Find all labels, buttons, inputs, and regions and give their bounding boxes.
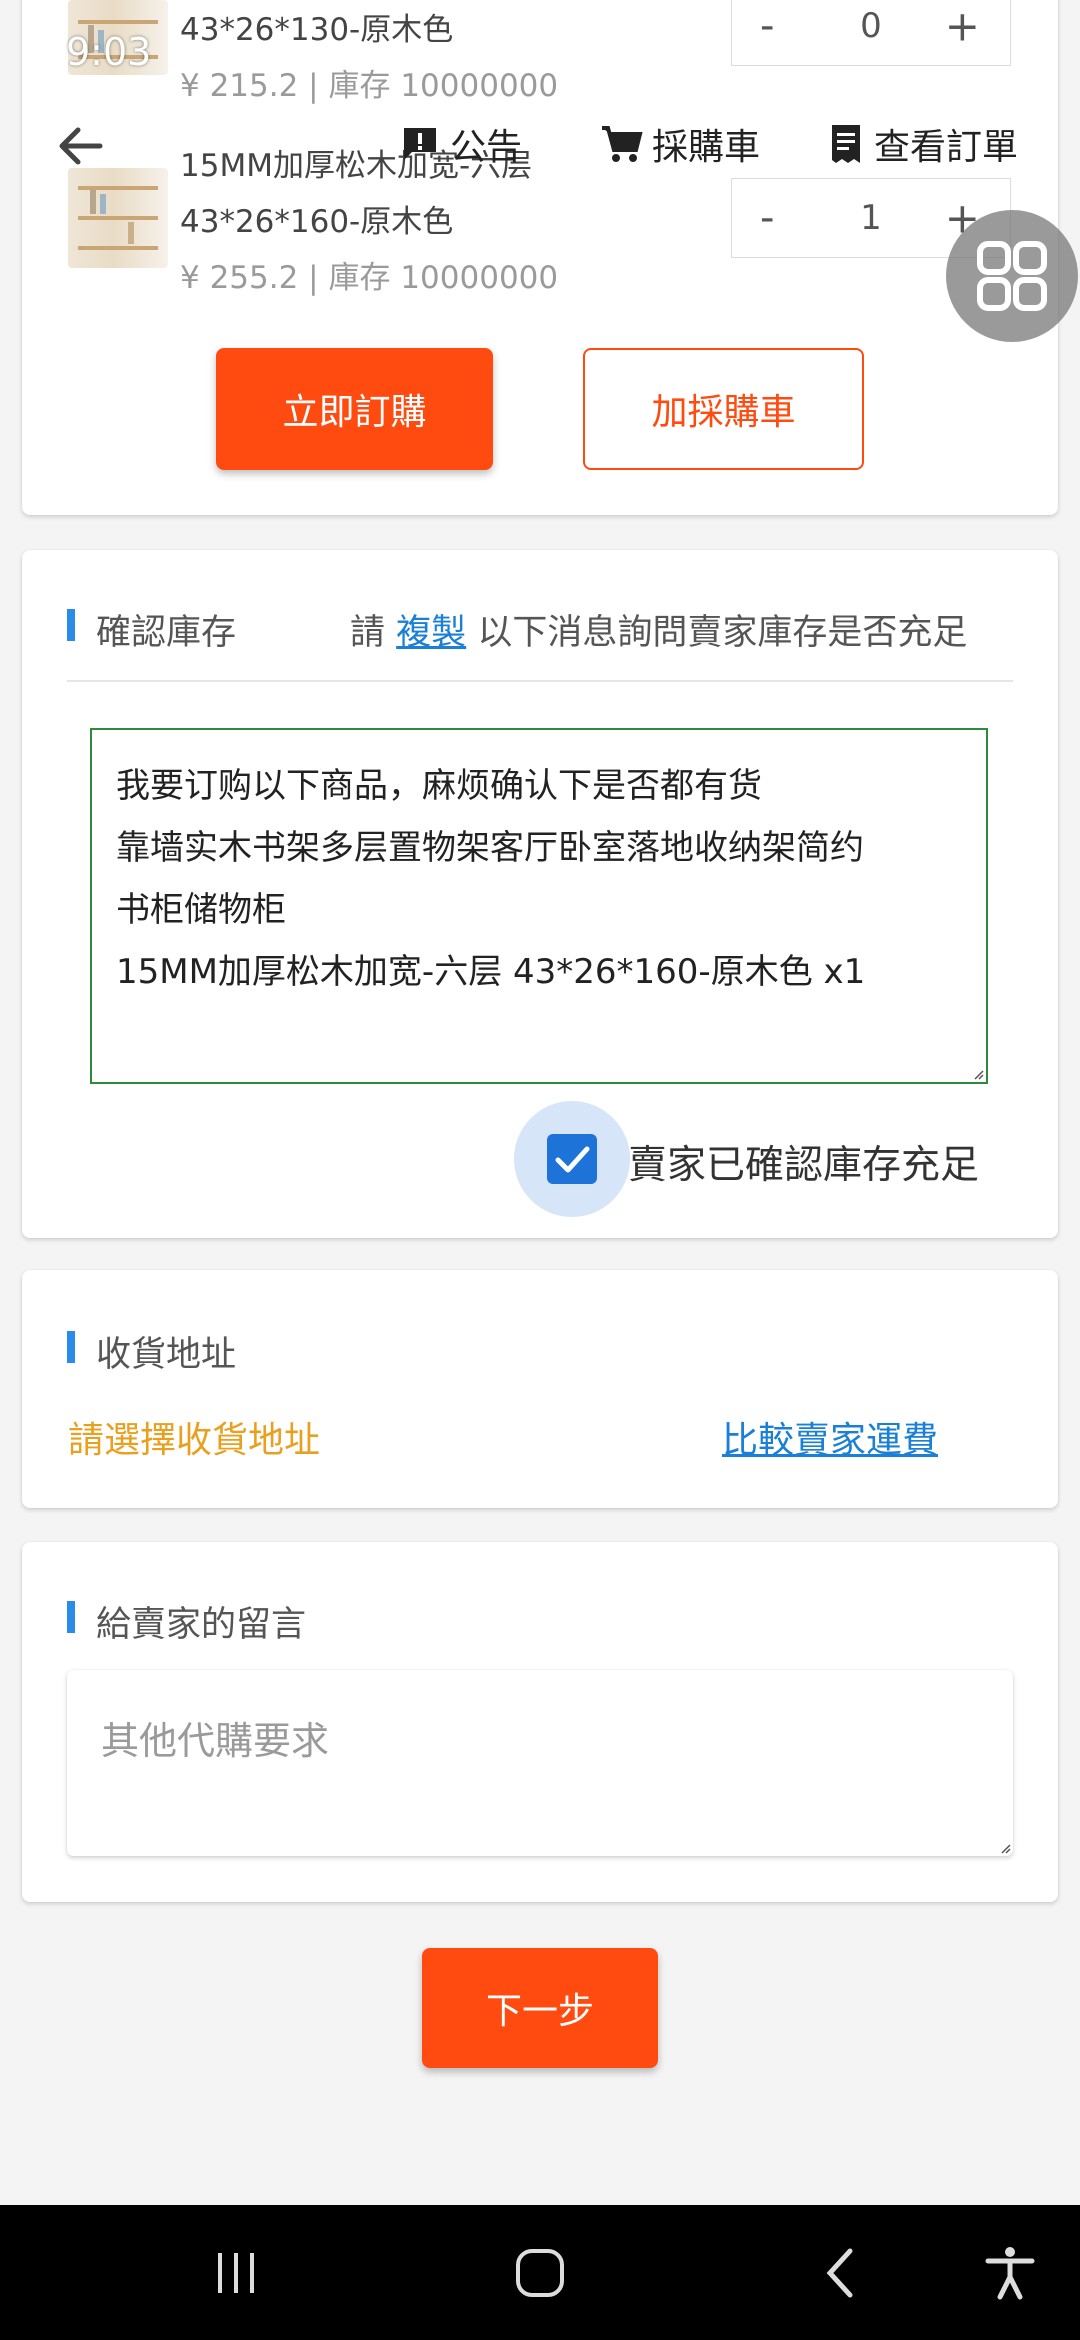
home-icon[interactable]	[510, 2243, 570, 2303]
announcement-icon	[404, 128, 436, 160]
stock-confirm-checkbox[interactable]	[547, 1134, 597, 1184]
buy-now-button[interactable]: 立即訂購	[216, 348, 493, 470]
checkmark-icon	[555, 1146, 590, 1173]
message-line: 我要订购以下商品，麻烦确认下是否都有货	[116, 766, 762, 806]
receipt-icon	[832, 125, 860, 163]
increment-button[interactable]: +	[945, 2, 980, 51]
resize-handle-icon[interactable]	[972, 1068, 984, 1080]
copy-hint-prefix: 請	[350, 613, 386, 653]
floating-menu-button[interactable]	[946, 210, 1078, 342]
divider	[67, 680, 1013, 682]
seller-message-placeholder: 其他代購要求	[101, 1719, 330, 1763]
next-step-button[interactable]: 下一步	[422, 1948, 658, 2068]
section-marker	[67, 1601, 75, 1633]
system-navigation-bar	[0, 2205, 1080, 2340]
message-section-title: 給賣家的留言	[96, 1605, 307, 1645]
cart-link[interactable]: 採購車	[600, 118, 760, 170]
accessibility-icon[interactable]	[980, 2243, 1040, 2303]
cart-icon	[602, 126, 643, 162]
product-thumbnail[interactable]	[68, 168, 168, 268]
stock-message-textarea[interactable]: 我要订购以下商品，麻烦确认下是否都有货 靠墙实木书架多层置物架客厅卧室落地收纳架…	[90, 728, 988, 1084]
message-line: 15MM加厚松木加宽-六层 43*26*160-原木色 x1	[116, 952, 866, 992]
address-section-title: 收貨地址	[96, 1335, 237, 1375]
orders-label: 查看訂單	[874, 127, 1019, 168]
product-price-stock: ¥ 255.2 | 庫存 10000000	[180, 260, 559, 296]
message-line: 靠墙实木书架多层置物架客厅卧室落地收纳架简约	[116, 828, 864, 868]
compare-shipping-link[interactable]: 比較賣家運費	[722, 1411, 938, 1463]
section-marker	[67, 609, 75, 641]
announcement-link[interactable]: 公告	[398, 118, 522, 170]
announcement-label: 公告	[450, 127, 523, 168]
section-marker	[67, 1331, 75, 1363]
stock-confirm-label[interactable]: 賣家已確認庫存充足	[628, 1134, 979, 1190]
message-line: 书柜储物柜	[116, 890, 286, 930]
grid-icon	[977, 241, 1047, 311]
recent-apps-icon[interactable]	[206, 2243, 266, 2303]
add-to-cart-button[interactable]: 加採購車	[583, 348, 864, 470]
status-time: 9:03	[66, 30, 152, 74]
product-price-stock: ¥ 215.2 | 庫存 10000000	[180, 68, 559, 104]
quantity-stepper: - 0 +	[731, 0, 1011, 66]
select-address-link[interactable]: 請選擇收貨地址	[68, 1411, 320, 1463]
copy-link[interactable]: 複製	[396, 613, 466, 653]
back-nav-icon[interactable]	[812, 2243, 872, 2303]
orders-link[interactable]: 查看訂單	[826, 118, 1018, 170]
back-button[interactable]	[52, 118, 108, 174]
arrow-left-icon	[59, 127, 103, 165]
copy-hint: 請 複製 以下消息詢問賣家庫存是否充足	[350, 604, 967, 655]
stock-section-title: 確認庫存	[96, 613, 237, 653]
product-variant: 43*26*160-原木色	[180, 204, 454, 240]
seller-message-input[interactable]: 其他代購要求	[67, 1670, 1013, 1856]
cart-label: 採購車	[652, 127, 761, 168]
stock-confirm-checkbox-wrapper[interactable]	[514, 1101, 630, 1217]
product-variant: 43*26*130-原木色	[180, 12, 454, 48]
copy-hint-suffix: 以下消息詢問賣家庫存是否充足	[477, 613, 968, 653]
resize-handle-icon[interactable]	[999, 1842, 1011, 1854]
address-card	[22, 1270, 1058, 1508]
